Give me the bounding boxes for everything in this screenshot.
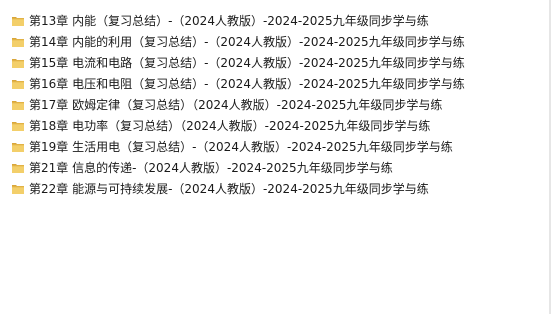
folder-icon	[11, 140, 25, 154]
list-item[interactable]: 第21章 信息的传递-（2024人教版）-2024-2025九年级同步学与练	[0, 157, 549, 178]
folder-icon	[11, 35, 25, 49]
file-name: 第21章 信息的传递-（2024人教版）-2024-2025九年级同步学与练	[29, 160, 393, 175]
list-item[interactable]: 第17章 欧姆定律（复习总结）（2024人教版）-2024-2025九年级同步学…	[0, 94, 549, 115]
file-name: 第22章 能源与可持续发展-（2024人教版）-2024-2025九年级同步学与…	[29, 181, 429, 196]
file-name: 第15章 电流和电路（复习总结）-（2024人教版）-2024-2025九年级同…	[29, 55, 465, 70]
list-item[interactable]: 第16章 电压和电阻（复习总结）-（2024人教版）-2024-2025九年级同…	[0, 73, 549, 94]
folder-icon	[11, 161, 25, 175]
file-list: 第13章 内能（复习总结）-（2024人教版）-2024-2025九年级同步学与…	[0, 10, 549, 199]
list-item[interactable]: 第13章 内能（复习总结）-（2024人教版）-2024-2025九年级同步学与…	[0, 10, 549, 31]
file-name: 第19章 生活用电（复习总结）-（2024人教版）-2024-2025九年级同步…	[29, 139, 453, 154]
file-explorer-window: 第13章 内能（复习总结）-（2024人教版）-2024-2025九年级同步学与…	[0, 0, 551, 314]
folder-icon	[11, 182, 25, 196]
list-item[interactable]: 第19章 生活用电（复习总结）-（2024人教版）-2024-2025九年级同步…	[0, 136, 549, 157]
list-item[interactable]: 第15章 电流和电路（复习总结）-（2024人教版）-2024-2025九年级同…	[0, 52, 549, 73]
list-item[interactable]: 第22章 能源与可持续发展-（2024人教版）-2024-2025九年级同步学与…	[0, 178, 549, 199]
folder-icon	[11, 56, 25, 70]
file-name: 第13章 内能（复习总结）-（2024人教版）-2024-2025九年级同步学与…	[29, 13, 429, 28]
list-item[interactable]: 第18章 电功率（复习总结）（2024人教版）-2024-2025九年级同步学与…	[0, 115, 549, 136]
folder-icon	[11, 14, 25, 28]
folder-icon	[11, 77, 25, 91]
file-name: 第18章 电功率（复习总结）（2024人教版）-2024-2025九年级同步学与…	[29, 118, 431, 133]
folder-icon	[11, 98, 25, 112]
file-name: 第17章 欧姆定律（复习总结）（2024人教版）-2024-2025九年级同步学…	[29, 97, 443, 112]
file-name: 第14章 内能的利用（复习总结）-（2024人教版）-2024-2025九年级同…	[29, 34, 465, 49]
list-item[interactable]: 第14章 内能的利用（复习总结）-（2024人教版）-2024-2025九年级同…	[0, 31, 549, 52]
folder-icon	[11, 119, 25, 133]
file-name: 第16章 电压和电阻（复习总结）-（2024人教版）-2024-2025九年级同…	[29, 76, 465, 91]
